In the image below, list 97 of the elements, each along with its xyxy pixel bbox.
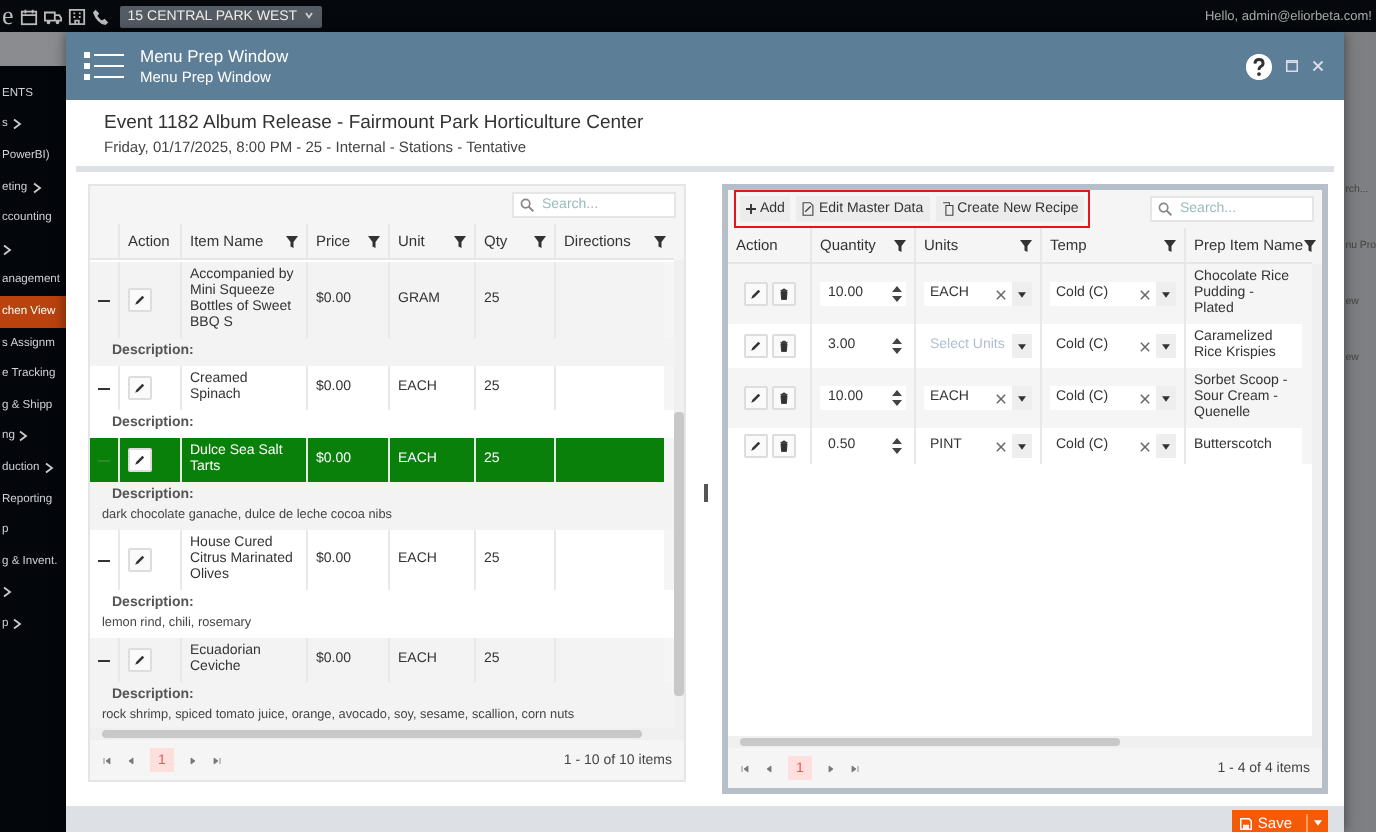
- filter-icon[interactable]: [286, 235, 298, 247]
- delete-button[interactable]: [771, 386, 795, 410]
- pencil-icon: [134, 554, 146, 566]
- event-title: Event 1182 Album Release - Fairmount Park Horticulture Center: [104, 112, 646, 134]
- filter-icon[interactable]: [654, 235, 666, 247]
- caret-icon[interactable]: [1162, 395, 1170, 401]
- sidebar-header: [0, 32, 68, 66]
- chevron-icon: [2, 243, 12, 256]
- phone-icon[interactable]: [91, 7, 110, 25]
- chevron-icon: [43, 461, 54, 474]
- filter-icon[interactable]: [368, 235, 380, 247]
- edit-button[interactable]: [743, 386, 767, 410]
- delete-button[interactable]: [771, 282, 795, 306]
- filter-icon[interactable]: [894, 239, 906, 251]
- edit-button[interactable]: [128, 376, 152, 400]
- splitter-handle[interactable]: [704, 484, 708, 502]
- prev-page-icon[interactable]: [764, 763, 774, 773]
- help-icon[interactable]: [1246, 53, 1272, 79]
- chevron-icon: [12, 617, 23, 630]
- plus-icon: [746, 204, 756, 214]
- trash-icon: [777, 392, 789, 404]
- collapse-icon[interactable]: [98, 382, 110, 394]
- chevron-icon: [2, 586, 12, 599]
- edit-button[interactable]: [743, 334, 767, 358]
- filter-icon[interactable]: [1303, 239, 1316, 251]
- pencil-icon: [134, 294, 146, 306]
- caret-icon[interactable]: [1018, 291, 1026, 297]
- last-page-icon[interactable]: [212, 755, 222, 765]
- delete-button[interactable]: [771, 434, 795, 458]
- list-icon: [84, 50, 124, 82]
- pencil-icon: [134, 382, 146, 394]
- collapse-icon[interactable]: [98, 294, 110, 306]
- spinner-icon[interactable]: [888, 334, 906, 358]
- chevron-icon: [18, 430, 29, 443]
- collapse-icon[interactable]: [98, 554, 110, 566]
- clear-icon[interactable]: [996, 289, 1006, 299]
- clear-icon[interactable]: [1140, 289, 1150, 299]
- caret-icon[interactable]: [1018, 343, 1026, 349]
- chevron-icon: [11, 118, 22, 131]
- filter-icon[interactable]: [534, 235, 546, 247]
- next-page-icon[interactable]: [826, 763, 836, 773]
- chevron-icon: [31, 181, 42, 194]
- first-page-icon[interactable]: [740, 763, 750, 773]
- trash-icon: [777, 288, 789, 300]
- first-page-icon[interactable]: [102, 755, 112, 765]
- clear-icon[interactable]: [1140, 341, 1150, 351]
- pencil-icon: [134, 654, 146, 666]
- trash-icon: [777, 440, 789, 452]
- pencil-icon: [749, 392, 761, 404]
- edit-button[interactable]: [743, 434, 767, 458]
- last-page-icon[interactable]: [850, 763, 860, 773]
- edit-button[interactable]: [743, 282, 767, 306]
- calendar-icon[interactable]: [19, 7, 38, 25]
- clear-icon[interactable]: [996, 393, 1006, 403]
- clear-icon[interactable]: [1140, 393, 1150, 403]
- caret-icon[interactable]: [1162, 343, 1170, 349]
- spinner-icon[interactable]: [888, 434, 906, 458]
- save-icon: [1239, 817, 1252, 829]
- caret-icon[interactable]: [1018, 443, 1026, 449]
- trash-icon: [777, 340, 789, 352]
- vertical-scrollbar[interactable]: [1312, 264, 1322, 736]
- edit-button[interactable]: [128, 648, 152, 672]
- horizontal-scrollbar[interactable]: [90, 728, 684, 740]
- collapse-icon[interactable]: [98, 654, 110, 666]
- horizontal-scrollbar[interactable]: [728, 736, 1322, 748]
- building-icon[interactable]: [67, 7, 86, 25]
- clear-icon[interactable]: [996, 441, 1006, 451]
- edit-document-icon: [802, 202, 815, 216]
- pencil-icon: [749, 440, 761, 452]
- edit-button[interactable]: [128, 448, 152, 472]
- next-page-icon[interactable]: [188, 755, 198, 765]
- filter-icon[interactable]: [1164, 239, 1176, 251]
- chevron-icon: [303, 10, 314, 22]
- maximize-icon[interactable]: [1286, 60, 1298, 72]
- clear-icon[interactable]: [1140, 441, 1150, 451]
- window-title: Menu Prep Window: [140, 46, 289, 66]
- search-icon: [1158, 202, 1172, 216]
- close-icon[interactable]: [1312, 60, 1324, 72]
- filter-icon[interactable]: [1020, 239, 1032, 251]
- edit-button[interactable]: [128, 548, 152, 572]
- spinner-icon[interactable]: [888, 282, 906, 306]
- spinner-icon[interactable]: [888, 386, 906, 410]
- pencil-icon: [749, 340, 761, 352]
- logo-text: e: [2, 0, 14, 32]
- pencil-icon: [134, 454, 146, 466]
- search-icon: [520, 198, 534, 212]
- delete-button[interactable]: [771, 334, 795, 358]
- vertical-scrollbar[interactable]: [674, 260, 684, 728]
- edit-button[interactable]: [128, 288, 152, 312]
- caret-icon[interactable]: [1162, 443, 1170, 449]
- truck-icon[interactable]: [43, 7, 62, 25]
- pencil-icon: [749, 288, 761, 300]
- caret-icon[interactable]: [1162, 291, 1170, 297]
- caret-icon[interactable]: [1018, 395, 1026, 401]
- filter-icon[interactable]: [454, 235, 466, 247]
- copy-icon: [941, 202, 954, 216]
- prev-page-icon[interactable]: [126, 755, 136, 765]
